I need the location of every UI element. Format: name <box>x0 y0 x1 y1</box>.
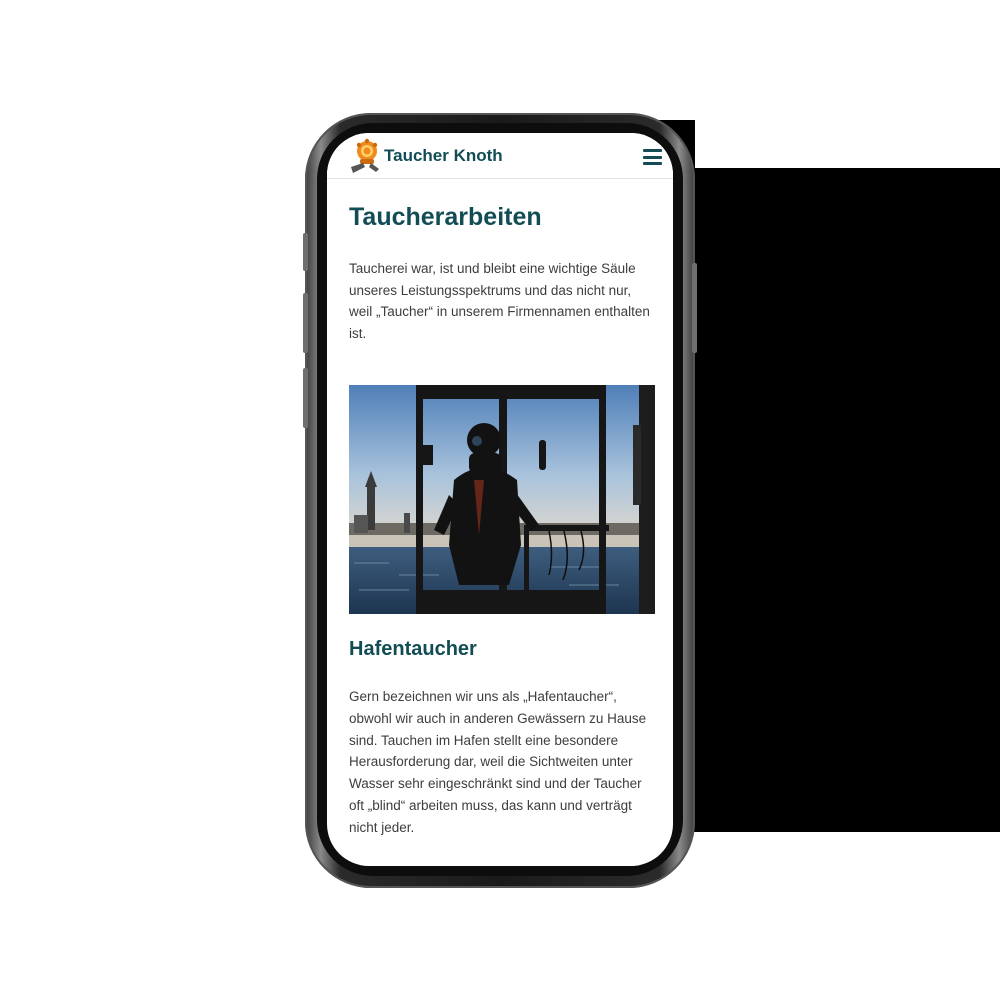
background-cut <box>695 120 1000 168</box>
site-header: Taucher Knoth <box>327 133 673 179</box>
silent-switch <box>303 368 308 428</box>
section-paragraph: Gern bezeichnen wir uns als „Hafentauche… <box>349 689 647 835</box>
volume-down-button <box>303 293 308 353</box>
volume-up-button <box>303 233 308 271</box>
page-title: Taucherarbeiten <box>349 203 542 231</box>
intro-paragraph: Taucherei war, ist und bleibt eine wicht… <box>349 261 650 342</box>
brand-name[interactable]: Taucher Knoth <box>384 146 503 166</box>
section-title: Hafentaucher <box>349 638 477 660</box>
phone-screen: Taucher Knoth Taucherarbeiten Taucherei … <box>327 133 673 866</box>
power-button <box>692 263 697 353</box>
diver-helmet-icon[interactable] <box>347 137 381 175</box>
diver-harbor-image <box>349 385 655 614</box>
diver-photo <box>349 385 655 614</box>
hamburger-menu-icon[interactable] <box>643 149 662 165</box>
